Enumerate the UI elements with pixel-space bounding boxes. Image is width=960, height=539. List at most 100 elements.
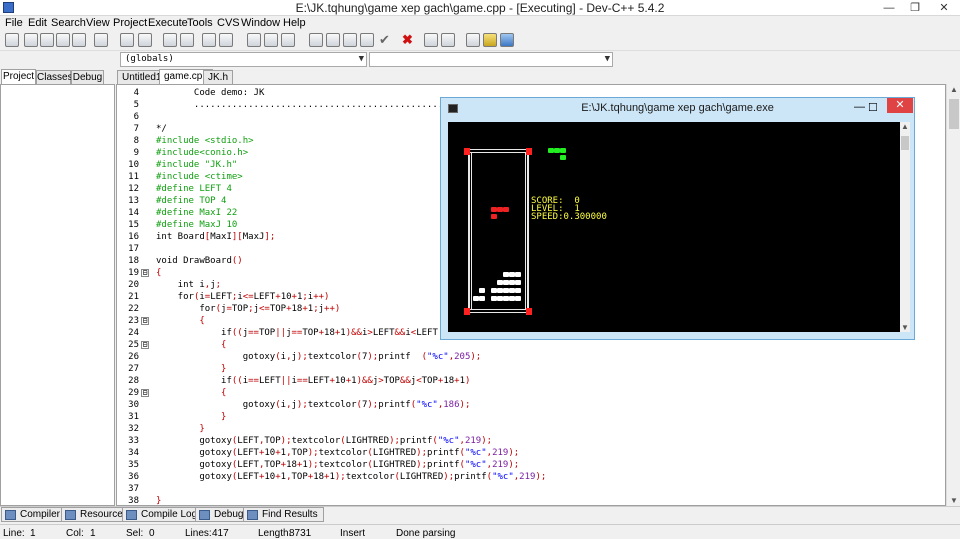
tab-find-results[interactable]: Find Results bbox=[243, 507, 324, 522]
console-screen[interactable]: SCORE: 0 LEVEL: 1 SPEED:0.300000 bbox=[448, 122, 900, 332]
tab-debug-output[interactable]: Debug bbox=[195, 507, 250, 522]
menu-view[interactable]: View bbox=[86, 17, 110, 29]
code-line[interactable]: gotoxy(LEFT,TOP+18+1);textcolor(LIGHTRED… bbox=[156, 459, 519, 471]
find-icon[interactable] bbox=[163, 33, 177, 47]
code-line[interactable]: } bbox=[156, 411, 226, 423]
goto-file-icon[interactable] bbox=[483, 33, 497, 47]
code-line[interactable]: ........................................… bbox=[156, 99, 449, 111]
scroll-down-icon[interactable]: ▼ bbox=[950, 496, 958, 505]
code-line[interactable]: { bbox=[156, 267, 161, 279]
code-line[interactable]: #include "JK.h" bbox=[156, 159, 237, 171]
console-minimize-button[interactable]: — bbox=[854, 101, 865, 113]
scope-combo[interactable]: (globals) ▼ bbox=[120, 52, 367, 67]
fold-toggle-icon[interactable]: ⊟ bbox=[141, 341, 149, 349]
code-line[interactable]: void DrawBoard() bbox=[156, 255, 243, 267]
scrollbar-thumb[interactable] bbox=[949, 99, 959, 129]
editor-vertical-scrollbar[interactable]: ▲ ▼ bbox=[946, 84, 960, 506]
save-icon[interactable] bbox=[40, 33, 54, 47]
scroll-up-icon[interactable]: ▲ bbox=[950, 85, 958, 94]
menu-execute[interactable]: Execute bbox=[148, 17, 188, 29]
code-line[interactable]: if((i==LEFT||i==LEFT+10+1)&&j>TOP&&j<TOP… bbox=[156, 375, 470, 387]
code-line[interactable]: { bbox=[156, 315, 204, 327]
debug-icon[interactable] bbox=[424, 33, 438, 47]
code-line[interactable]: for(i=LEFT;i<=LEFT+10+1;i++) bbox=[156, 291, 330, 303]
menu-cvs[interactable]: CVS bbox=[217, 17, 240, 29]
code-line[interactable]: #define TOP 4 bbox=[156, 195, 226, 207]
code-line[interactable]: Code demo: JK bbox=[156, 87, 264, 99]
close-file-icon[interactable] bbox=[72, 33, 86, 47]
minimize-button[interactable]: — bbox=[876, 0, 902, 16]
print-icon[interactable] bbox=[94, 33, 108, 47]
code-line[interactable]: int i,j; bbox=[156, 279, 221, 291]
nav-forward-icon[interactable] bbox=[264, 33, 278, 47]
scroll-down-icon[interactable]: ▼ bbox=[901, 323, 909, 332]
open-file-icon[interactable] bbox=[24, 33, 38, 47]
code-line[interactable]: } bbox=[156, 423, 204, 435]
fold-toggle-icon[interactable]: ⊟ bbox=[141, 317, 149, 325]
console-close-button[interactable]: ✕ bbox=[887, 98, 913, 113]
console-maximize-button[interactable]: ☐ bbox=[868, 101, 878, 114]
code-line[interactable]: #include <ctime> bbox=[156, 171, 243, 183]
maximize-button[interactable]: ❐ bbox=[902, 0, 928, 16]
code-line[interactable]: #include<conio.h> bbox=[156, 147, 248, 159]
menu-search[interactable]: Search bbox=[51, 17, 86, 29]
code-line[interactable]: #define MaxI 22 bbox=[156, 207, 237, 219]
nav-back-icon[interactable] bbox=[247, 33, 261, 47]
project-panel[interactable] bbox=[0, 84, 115, 506]
compile-icon[interactable] bbox=[202, 33, 216, 47]
code-line[interactable]: gotoxy(LEFT+10+1,TOP+18+1);textcolor(LIG… bbox=[156, 471, 546, 483]
members-combo[interactable]: ▼ bbox=[369, 52, 613, 67]
close-button[interactable]: ✕ bbox=[928, 0, 960, 16]
check-syntax-icon[interactable]: ✔ bbox=[379, 33, 393, 47]
menu-help[interactable]: Help bbox=[283, 17, 306, 29]
menu-edit[interactable]: Edit bbox=[28, 17, 47, 29]
code-line[interactable]: for(j=TOP;j<=TOP+18+1;j++) bbox=[156, 303, 340, 315]
menu-project[interactable]: Project bbox=[113, 17, 147, 29]
code-line[interactable]: gotoxy(i,j);textcolor(7);printf ("%c",20… bbox=[156, 351, 482, 363]
console-scrollbar-thumb[interactable] bbox=[901, 136, 909, 150]
redo-icon[interactable] bbox=[138, 33, 152, 47]
code-line[interactable]: #define MaxJ 10 bbox=[156, 219, 237, 231]
code-line[interactable]: { bbox=[156, 387, 226, 399]
menu-window[interactable]: Window bbox=[241, 17, 280, 29]
code-line[interactable]: int Board[MaxI][MaxJ]; bbox=[156, 231, 275, 243]
stop-execution-icon[interactable]: ✖ bbox=[402, 33, 416, 47]
fold-toggle-icon[interactable]: ⊟ bbox=[141, 269, 149, 277]
code-line[interactable]: */ bbox=[156, 123, 167, 135]
undo-icon[interactable] bbox=[120, 33, 134, 47]
goto-project-icon[interactable] bbox=[466, 33, 480, 47]
code-line[interactable]: #include <stdio.h> bbox=[156, 135, 254, 147]
tab-compiler[interactable]: Compiler bbox=[1, 507, 67, 522]
unindent-icon[interactable] bbox=[343, 33, 357, 47]
indent-icon[interactable] bbox=[326, 33, 340, 47]
save-all-icon[interactable] bbox=[56, 33, 70, 47]
code-line[interactable]: } bbox=[156, 363, 226, 375]
tab-debug[interactable]: Debug bbox=[71, 70, 104, 85]
tab-project[interactable]: Project bbox=[1, 69, 36, 85]
profile-icon[interactable] bbox=[441, 33, 455, 47]
code-line[interactable]: { bbox=[156, 339, 226, 351]
tab-compile-log[interactable]: Compile Log bbox=[122, 507, 204, 522]
console-scrollbar[interactable]: ▲ ▼ bbox=[900, 122, 910, 332]
fold-toggle-icon[interactable]: ⊟ bbox=[141, 389, 149, 397]
menu-tools[interactable]: Tools bbox=[187, 17, 213, 29]
run-icon[interactable] bbox=[219, 33, 233, 47]
code-line[interactable]: #define LEFT 4 bbox=[156, 183, 232, 195]
new-file-icon[interactable] bbox=[5, 33, 19, 47]
code-line[interactable]: } bbox=[156, 495, 161, 505]
code-line[interactable]: gotoxy(LEFT+10+1,TOP);textcolor(LIGHTRED… bbox=[156, 447, 519, 459]
tab-classes[interactable]: Classes bbox=[36, 70, 73, 85]
menu-file[interactable]: File bbox=[5, 17, 23, 29]
layout-icon[interactable] bbox=[309, 33, 323, 47]
console-window[interactable]: E:\JK.tqhung\game xep gach\game.exe — ☐ … bbox=[440, 97, 915, 340]
scroll-up-icon[interactable]: ▲ bbox=[901, 122, 909, 131]
code-line[interactable]: gotoxy(i,j);textcolor(7);printf("%c",186… bbox=[156, 399, 471, 411]
replace-icon[interactable] bbox=[180, 33, 194, 47]
bookmark-icon[interactable] bbox=[281, 33, 295, 47]
code-line[interactable]: gotoxy(LEFT,TOP);textcolor(LIGHTRED);pri… bbox=[156, 435, 492, 447]
toggle-comment-icon[interactable] bbox=[360, 33, 374, 47]
help-book-icon[interactable] bbox=[500, 33, 514, 47]
code-line[interactable]: if((j==TOP||j==TOP+18+1)&&i>LEFT&&i<LEFT bbox=[156, 327, 438, 339]
status-line-label: Line: bbox=[3, 528, 25, 539]
tab-jk-h[interactable]: JK.h bbox=[203, 70, 234, 85]
